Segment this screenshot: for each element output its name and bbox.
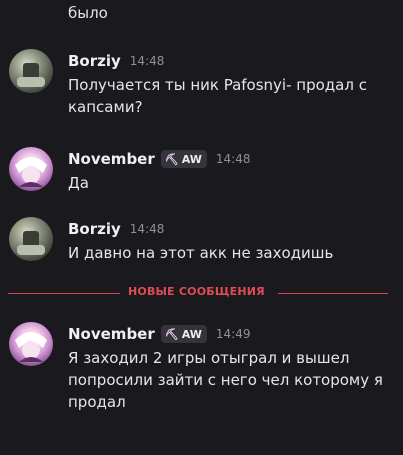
username[interactable]: November [68, 325, 155, 343]
guild-tag[interactable]: ⛏ AW [160, 325, 207, 343]
message-line: И давно на этот акк не заходишь [68, 244, 334, 262]
pickaxe-icon: ⛏ [164, 152, 179, 166]
message-text: Получается ты ник Pafosnyi- продал с кап… [68, 74, 388, 118]
message-continuation: было [68, 4, 108, 22]
username[interactable]: Borziy [68, 52, 121, 70]
guild-tag-label: AW [181, 327, 202, 341]
message-line: продал [68, 393, 126, 411]
message-line: Да [68, 174, 89, 192]
username[interactable]: November [68, 150, 155, 168]
pickaxe-icon: ⛏ [164, 327, 179, 341]
message-line: капсами? [68, 98, 143, 116]
avatar[interactable] [9, 147, 53, 191]
divider-line [8, 293, 120, 294]
timestamp: 14:48 [129, 54, 165, 68]
username[interactable]: Borziy [68, 220, 121, 238]
message-text: Да [68, 172, 388, 194]
avatar[interactable] [9, 49, 53, 93]
guild-tag[interactable]: ⛏ AW [160, 150, 207, 168]
message-text: И давно на этот акк не заходишь [68, 242, 388, 264]
chat-view: было Borziy 14:48 Получается ты ник Pafo… [0, 0, 403, 455]
message-line: Я заходил 2 игры отыграл и вышел [68, 349, 350, 367]
message-line: Получается ты ник Pafosnyi- продал с [68, 76, 367, 94]
new-messages-divider: НОВЫЕ СООБЩЕНИЯ [8, 284, 388, 302]
timestamp: 14:48 [215, 152, 251, 166]
timestamp: 14:48 [129, 222, 165, 236]
timestamp: 14:49 [215, 327, 251, 341]
avatar[interactable] [9, 322, 53, 366]
message-line: попросили зайти с него чел которому я [68, 371, 383, 389]
avatar[interactable] [9, 217, 53, 261]
divider-line [278, 293, 388, 294]
message-text: Я заходил 2 игры отыграл и вышел попроси… [68, 347, 388, 413]
guild-tag-label: AW [181, 152, 202, 166]
new-messages-label: НОВЫЕ СООБЩЕНИЯ [128, 285, 265, 298]
